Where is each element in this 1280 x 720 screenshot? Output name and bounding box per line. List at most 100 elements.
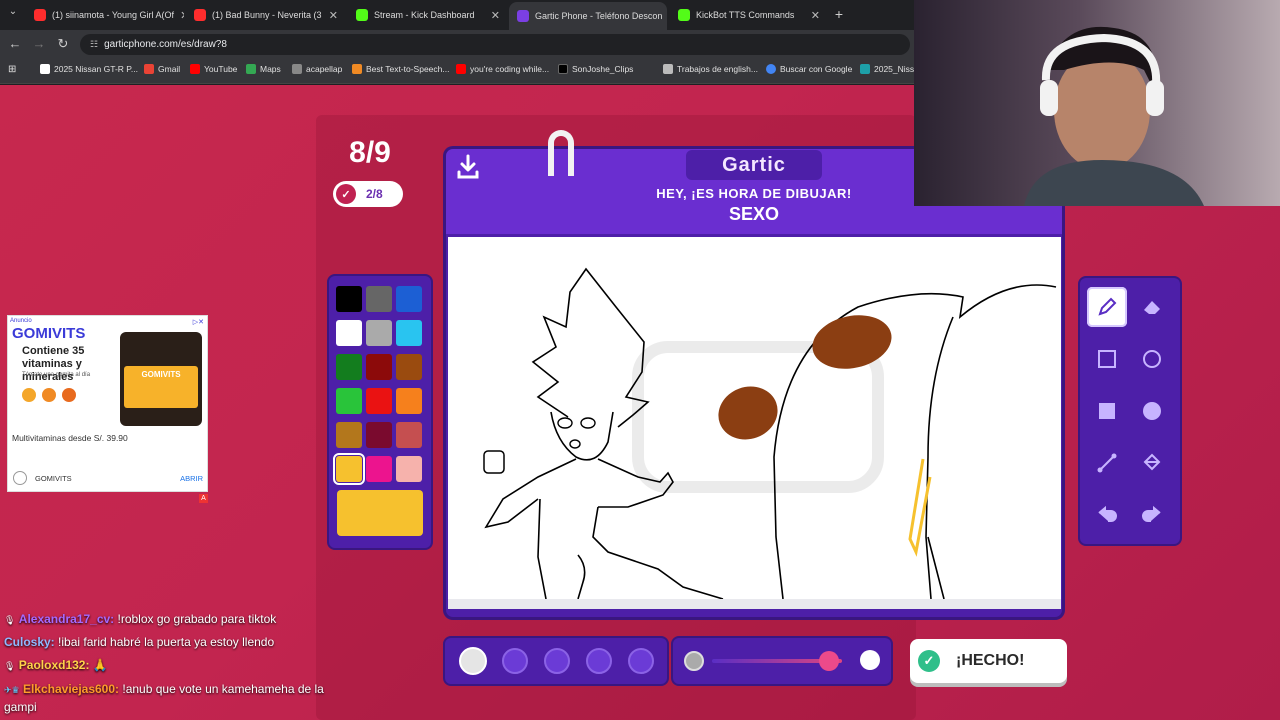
bookmark-item[interactable]: Maps xyxy=(246,64,281,74)
brush-size-1[interactable] xyxy=(459,647,487,675)
bookmark-item[interactable]: you're coding while... xyxy=(456,64,549,74)
eraser-icon xyxy=(1144,301,1160,314)
ad-benefit-icons xyxy=(22,388,76,402)
bookmark-item[interactable]: Trabajos de english... xyxy=(663,64,758,74)
ellipse-fill-tool-button[interactable] xyxy=(1132,391,1172,431)
maps-icon xyxy=(246,64,256,74)
youtube-icon xyxy=(456,64,466,74)
bookmark-favicon-icon xyxy=(352,64,362,74)
color-swatch[interactable] xyxy=(396,422,422,448)
done-button[interactable]: ✓ ¡HECHO! xyxy=(910,639,1067,683)
color-swatch[interactable] xyxy=(396,286,422,312)
chat-mic-icon: 🎙 xyxy=(4,615,16,625)
brush-size-2[interactable] xyxy=(502,648,528,674)
apps-grid-icon[interactable]: ⊞ xyxy=(8,64,16,75)
close-icon[interactable]: ✕ xyxy=(329,9,338,22)
color-swatch[interactable] xyxy=(396,320,422,346)
pen-tool-button[interactable] xyxy=(1087,287,1127,327)
tab-title: (1) Bad Bunny - Neverita (3 xyxy=(212,10,322,20)
youtube-icon xyxy=(190,64,200,74)
drawing-strokes xyxy=(483,267,1057,599)
forward-icon[interactable]: → xyxy=(30,36,48,51)
color-swatch[interactable] xyxy=(366,320,392,346)
undo-button[interactable] xyxy=(1087,495,1127,535)
players-done-count: 2/8 xyxy=(366,187,383,201)
ad-banner[interactable]: Anuncio ▷✕ GOMIVITS Contiene 35 vitamina… xyxy=(7,315,208,492)
drawing-canvas[interactable] xyxy=(448,237,1061,599)
color-swatch[interactable] xyxy=(336,286,362,312)
bookmark-item[interactable]: 2025 Nissan GT-R P... xyxy=(40,64,138,74)
bookmark-item[interactable]: SonJoshe_Clips xyxy=(558,64,633,74)
color-swatch[interactable] xyxy=(396,456,422,482)
color-swatch[interactable] xyxy=(336,354,362,380)
color-swatch[interactable] xyxy=(366,422,392,448)
prompt-word: SEXO xyxy=(728,204,780,224)
url-field[interactable]: ☷ garticphone.com/es/draw?8 xyxy=(80,34,910,55)
undo-icon xyxy=(1098,505,1117,522)
color-swatch[interactable] xyxy=(366,456,392,482)
site-info-icon[interactable]: ☷ xyxy=(90,39,98,50)
check-icon: ✓ xyxy=(336,184,356,204)
color-swatch[interactable] xyxy=(336,320,362,346)
tab-kickbot[interactable]: KickBot TTS Commands ✕ xyxy=(670,4,828,26)
opacity-slider-thumb[interactable] xyxy=(819,651,839,671)
back-icon[interactable]: ← xyxy=(6,36,24,51)
new-tab-button[interactable]: + xyxy=(830,6,848,22)
square-fill-icon xyxy=(1099,403,1115,419)
redo-button[interactable] xyxy=(1132,495,1172,535)
brush-size-4[interactable] xyxy=(586,648,612,674)
color-swatch[interactable] xyxy=(333,453,365,485)
reload-icon[interactable]: ↻ xyxy=(54,36,72,52)
tab-kick-dashboard[interactable]: Stream - Kick Dashboard ✕ xyxy=(348,4,508,26)
youtube-icon xyxy=(34,9,46,21)
download-icon[interactable] xyxy=(456,154,480,180)
line-icon xyxy=(1097,453,1117,473)
tab-youtube-1[interactable]: (1) siinamota - Young Girl A(Of ✕ xyxy=(26,4,184,26)
bookmark-item[interactable]: Gmail xyxy=(144,64,180,74)
bookmark-item[interactable]: 2025_Nissa xyxy=(860,64,919,74)
tab-title: KickBot TTS Commands xyxy=(696,10,795,20)
brush-size-5[interactable] xyxy=(628,648,654,674)
color-swatch[interactable] xyxy=(336,422,362,448)
check-icon: ✓ xyxy=(918,650,940,672)
color-swatch[interactable] xyxy=(366,286,392,312)
tab-youtube-2[interactable]: (1) Bad Bunny - Neverita (3 ✕ xyxy=(186,4,346,26)
color-swatch[interactable] xyxy=(336,388,362,414)
google-icon xyxy=(766,64,776,74)
ad-open-button[interactable]: ABRIR xyxy=(180,474,203,483)
close-icon[interactable]: ✕ xyxy=(491,9,500,22)
tab-gartic-phone[interactable]: Gartic Phone - Teléfono Descon ✕ xyxy=(509,2,667,30)
ad-brand: GOMIVITS xyxy=(12,325,86,342)
brush-size-3[interactable] xyxy=(544,648,570,674)
kick-icon xyxy=(678,9,690,21)
eraser-tool-button[interactable] xyxy=(1132,287,1172,327)
color-swatch[interactable] xyxy=(366,354,392,380)
pencil-icon xyxy=(1098,297,1117,316)
webcam-overlay xyxy=(914,0,1280,206)
bookmark-item[interactable]: Best Text-to-Speech... xyxy=(352,64,449,74)
ad-choices-icon[interactable]: ▷✕ xyxy=(193,318,204,326)
chat-message: 🎙 Alexandra17_cv: !roblox go grabado par… xyxy=(4,612,276,626)
tab-search-chevron-icon[interactable]: ⌄ xyxy=(4,6,22,17)
close-icon[interactable]: ✕ xyxy=(180,9,184,22)
color-swatch[interactable] xyxy=(396,354,422,380)
bookmark-item[interactable]: YouTube xyxy=(190,64,237,74)
line-tool-button[interactable] xyxy=(1087,443,1127,483)
gmail-icon xyxy=(144,64,154,74)
circle-fill-icon xyxy=(1143,402,1161,420)
bookmark-item[interactable]: Buscar con Google xyxy=(766,64,852,74)
ad-advertiser: GOMIVITS xyxy=(35,474,72,483)
advertiser-logo-icon xyxy=(13,471,27,485)
close-icon[interactable]: ✕ xyxy=(811,9,820,22)
opacity-low-icon xyxy=(684,651,704,671)
bookmark-item[interactable]: acapellap xyxy=(292,64,342,74)
opacity-high-icon xyxy=(860,650,880,670)
color-swatch[interactable] xyxy=(366,388,392,414)
ellipse-outline-tool-button[interactable] xyxy=(1132,339,1172,379)
rectangle-fill-tool-button[interactable] xyxy=(1087,391,1127,431)
color-swatch[interactable] xyxy=(396,388,422,414)
done-label: ¡HECHO! xyxy=(956,652,1025,669)
fill-bucket-tool-button[interactable] xyxy=(1132,443,1172,483)
rectangle-outline-tool-button[interactable] xyxy=(1087,339,1127,379)
flavor-icon xyxy=(62,388,76,402)
